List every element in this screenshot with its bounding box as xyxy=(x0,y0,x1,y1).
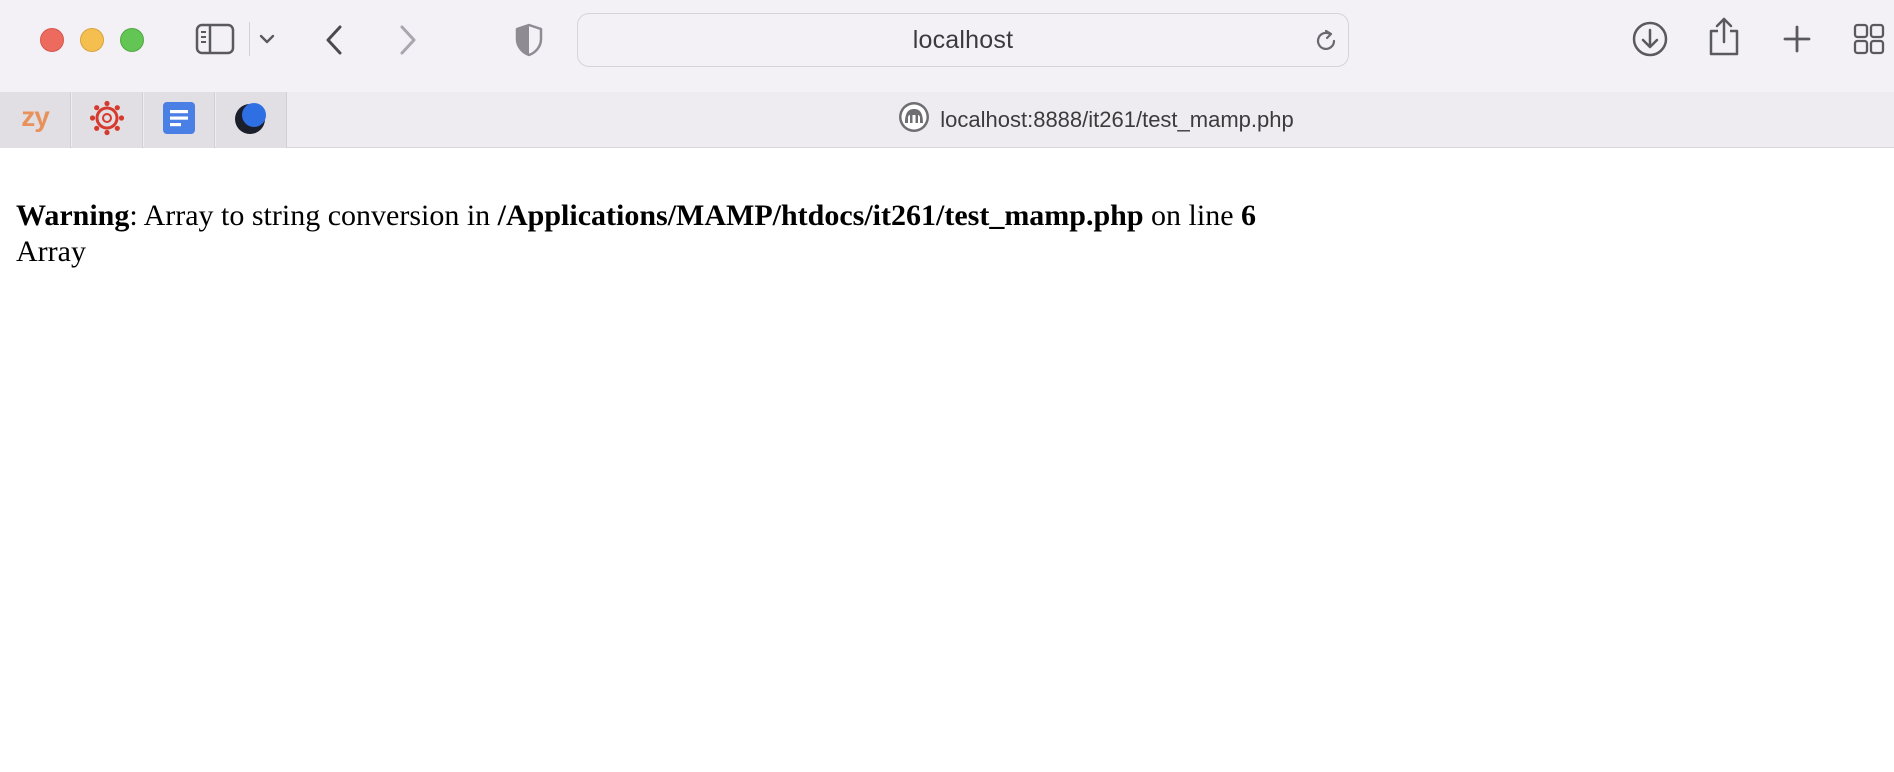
close-window-button[interactable] xyxy=(40,28,64,52)
php-warning-output: Warning: Array to string conversion in /… xyxy=(16,198,1256,270)
php-warning-line: Warning: Array to string conversion in /… xyxy=(16,198,1256,234)
array-output: Array xyxy=(16,235,86,268)
on-line-text: on line xyxy=(1143,199,1242,232)
pinned-tab-zybooks[interactable]: zy xyxy=(0,92,71,148)
chevron-down-icon[interactable] xyxy=(258,28,276,50)
reload-icon[interactable] xyxy=(1312,27,1340,55)
tab-bar: zy localhost:8888/it261/test_mamp.php xyxy=(0,92,1894,148)
toolbar-divider xyxy=(249,22,250,56)
browser-window: localhost zy localhost:8888/it261/test_m… xyxy=(0,0,1894,772)
mamp-elephant-icon xyxy=(898,101,930,138)
moon-logo-icon xyxy=(233,100,269,141)
share-icon[interactable] xyxy=(1706,16,1742,58)
warning-file-path: /Applications/MAMP/htdocs/it261/test_mam… xyxy=(497,199,1144,232)
address-bar-text[interactable]: localhost xyxy=(578,14,1348,66)
warning-message: Array to string conversion in xyxy=(143,199,498,232)
pinned-tab-google-docs[interactable] xyxy=(144,92,215,148)
sidebar-icon[interactable] xyxy=(194,21,236,57)
tab-overview-icon[interactable] xyxy=(1852,22,1886,56)
privacy-shield-icon[interactable] xyxy=(513,22,545,58)
google-docs-logo-icon xyxy=(162,101,196,140)
active-tab[interactable]: localhost:8888/it261/test_mamp.php xyxy=(288,92,1894,147)
warning-label: Warning xyxy=(16,199,130,232)
browser-toolbar: localhost xyxy=(0,0,1894,92)
address-bar[interactable]: localhost xyxy=(577,13,1349,67)
pinned-tab-canvas[interactable] xyxy=(72,92,143,148)
tab-title: localhost:8888/it261/test_mamp.php xyxy=(940,106,1294,132)
forward-icon[interactable] xyxy=(394,22,422,58)
minimize-window-button[interactable] xyxy=(80,28,104,52)
zybooks-logo-icon: zy xyxy=(21,101,50,132)
warning-line-number: 6 xyxy=(1241,199,1257,232)
new-tab-icon[interactable] xyxy=(1780,22,1814,56)
pinned-tab-moon[interactable] xyxy=(216,92,287,148)
back-icon[interactable] xyxy=(320,22,348,58)
canvas-logo-icon xyxy=(89,100,125,141)
page-content: Warning: Array to string conversion in /… xyxy=(0,148,1894,772)
maximize-window-button[interactable] xyxy=(120,28,144,52)
warning-separator: : xyxy=(129,199,144,232)
downloads-icon[interactable] xyxy=(1630,19,1670,59)
